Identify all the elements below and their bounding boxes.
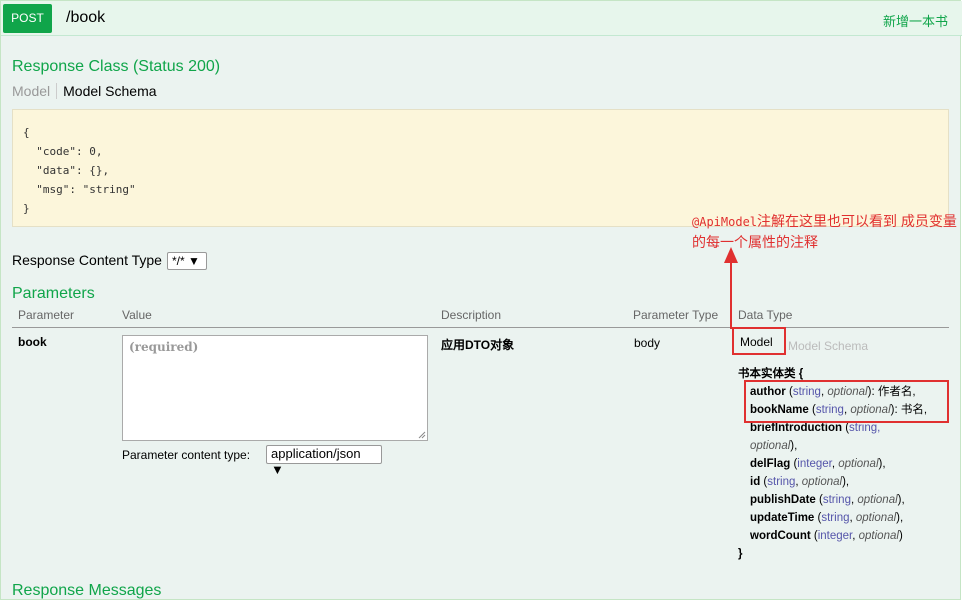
model-property: delFlag (integer, optional), [750,458,886,470]
endpoint-path[interactable]: /book [66,9,105,27]
param-type: body [634,336,661,350]
th-parameter-type: Parameter Type [633,308,719,322]
operation-panel: POST /book 新增一本书 Response Class (Status … [0,0,962,600]
resize-handle-icon[interactable] [418,431,426,439]
response-model-tabs: Model Model Schema [12,83,157,99]
highlight-box [744,380,949,423]
model-property: id (string, optional), [750,476,850,488]
response-schema-code: { "code": 0, "data": {}, "msg": "string"… [12,109,949,227]
http-method-badge[interactable]: POST [3,4,52,33]
model-property: wordCount (integer, optional) [750,530,903,542]
parameters-heading: Parameters [12,285,95,302]
param-content-type-label: Parameter content type: [122,448,251,462]
param-description: 应用DTO对象 [441,338,515,352]
param-content-type-select[interactable]: application/json ▼ [266,445,382,477]
datatype-tab-model-schema[interactable]: Model Schema [788,339,868,353]
model-close: } [738,548,743,560]
param-body-textarea[interactable]: (required) [122,335,428,441]
chevron-down-icon: ▼ [271,462,284,477]
annotation-arrow-icon [724,247,738,329]
response-messages-heading: Response Messages [12,582,162,599]
chevron-down-icon: ▼ [188,254,200,268]
datatype-tab-model[interactable]: Model [732,327,786,355]
th-data-type: Data Type [738,308,793,322]
th-description: Description [441,308,502,322]
annotation-note: @ApiModel注解在这里也可以看到 成员变量的每一个属性的注释 [692,213,957,250]
th-value: Value [122,308,152,322]
operation-summary[interactable]: 新增一本书 [883,11,948,30]
param-name: book [18,335,47,349]
operation-heading[interactable]: POST /book 新增一本书 [1,1,962,36]
table-header-divider [12,327,949,328]
model-property: briefIntroduction (string, optional), [750,422,881,452]
model-property: publishDate (string, optional), [750,494,905,506]
response-class-heading: Response Class (Status 200) [12,58,221,75]
tab-model-schema[interactable]: Model Schema [57,83,156,99]
model-property: updateTime (string, optional), [750,512,904,524]
th-parameter: Parameter [18,308,75,322]
response-content-type-select[interactable]: */* ▼ [167,252,207,270]
param-placeholder: (required) [129,340,199,354]
tab-model[interactable]: Model [12,83,58,99]
response-content-type-label: Response Content Type [12,252,162,268]
